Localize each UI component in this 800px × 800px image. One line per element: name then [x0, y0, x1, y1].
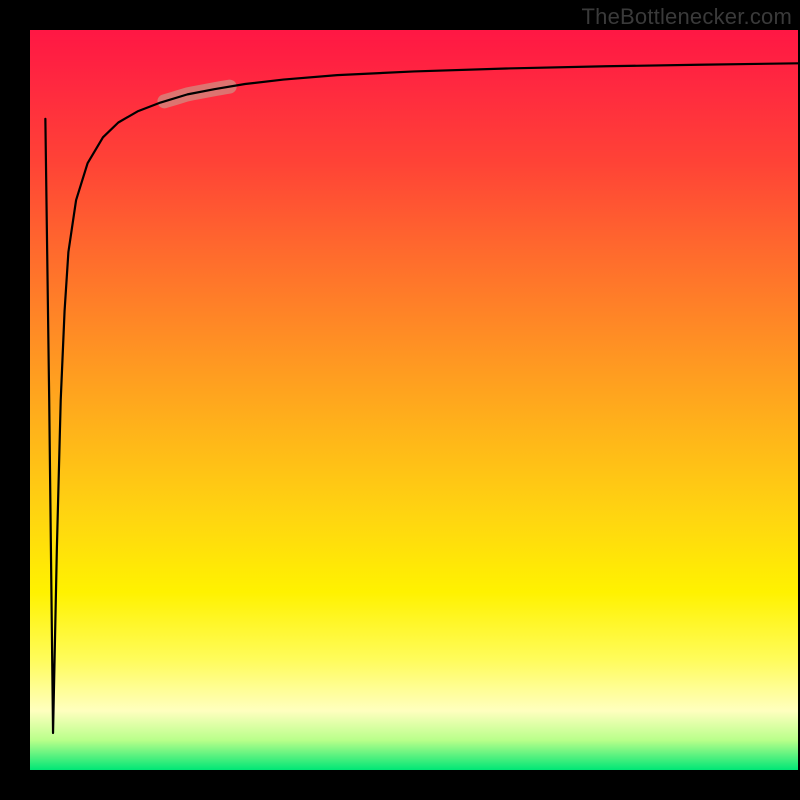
plot-area	[30, 30, 798, 770]
curve-svg	[30, 30, 798, 770]
watermark-label: TheBottlenecker.com	[582, 4, 792, 30]
chart-container: TheBottlenecker.com	[0, 0, 800, 800]
bottleneck-curve	[45, 63, 798, 733]
